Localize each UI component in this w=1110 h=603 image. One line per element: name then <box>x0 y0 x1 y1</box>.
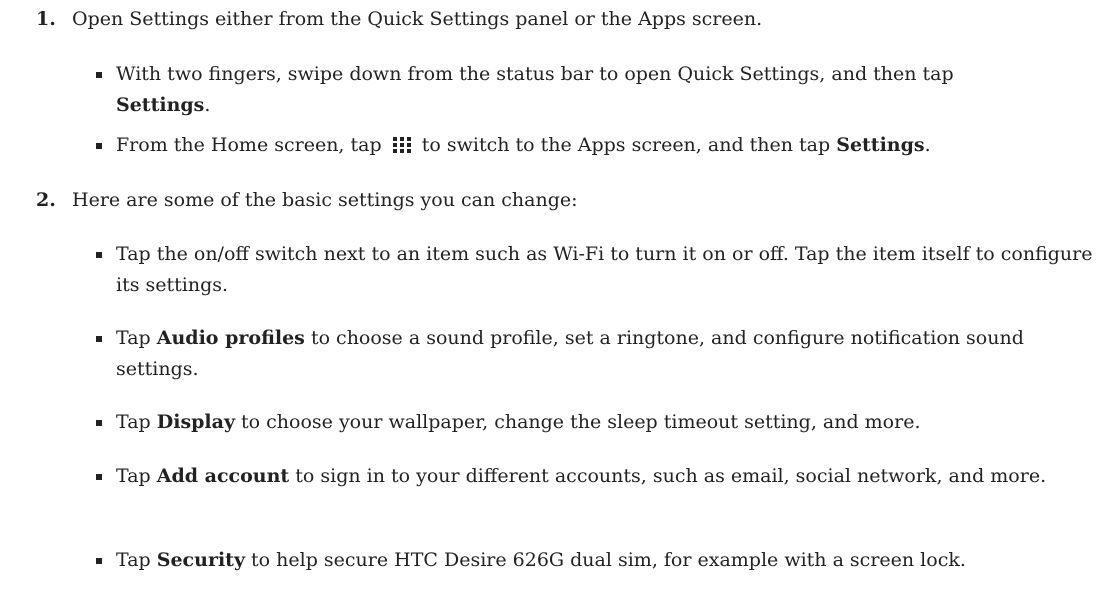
bullet-square-icon <box>96 336 102 342</box>
bullet-square-icon <box>96 558 102 564</box>
bullet-text-end: to help secure HTC Desire 626G dual sim,… <box>251 549 966 571</box>
bold-term: Settings <box>116 94 205 116</box>
bullet-text-end: . <box>204 94 211 116</box>
bold-term: Security <box>156 549 245 571</box>
step-text: Open Settings either from the Quick Sett… <box>72 8 763 30</box>
bold-term: Audio profiles <box>156 327 305 349</box>
bullet-text: Tap the on/off switch next to an item su… <box>116 243 1093 296</box>
bullet-square-icon <box>96 72 102 78</box>
bullet-text: Tap <box>116 465 151 487</box>
bullet-text-mid: to switch to the Apps screen, and then t… <box>421 134 831 156</box>
bullet-text-end: . <box>924 134 931 156</box>
instructions-page: 1. Open Settings either from the Quick S… <box>0 0 1110 603</box>
step-number: 1. <box>36 8 56 30</box>
bullet-square-icon <box>96 420 102 426</box>
bullet-text-end: to choose your wallpaper, change the sle… <box>241 411 921 433</box>
bullet-square-icon <box>96 252 102 258</box>
step-text: Here are some of the basic settings you … <box>72 189 578 211</box>
bold-term: Add account <box>156 465 290 487</box>
bullet-text-end: to sign in to your different accounts, s… <box>295 465 1047 487</box>
bullet-text: With two fingers, swipe down from the st… <box>116 63 954 85</box>
bold-term: Settings <box>836 134 925 156</box>
bullet-text: Tap <box>116 411 151 433</box>
bold-term: Display <box>156 411 235 433</box>
bullet-text: Tap <box>116 327 151 349</box>
apps-grid-icon <box>392 137 411 153</box>
bullet-text: Tap <box>116 549 151 571</box>
bullet-square-icon <box>96 143 102 149</box>
step-number: 2. <box>36 189 56 211</box>
bullet-text: From the Home screen, tap <box>116 134 382 156</box>
bullet-square-icon <box>96 474 102 480</box>
